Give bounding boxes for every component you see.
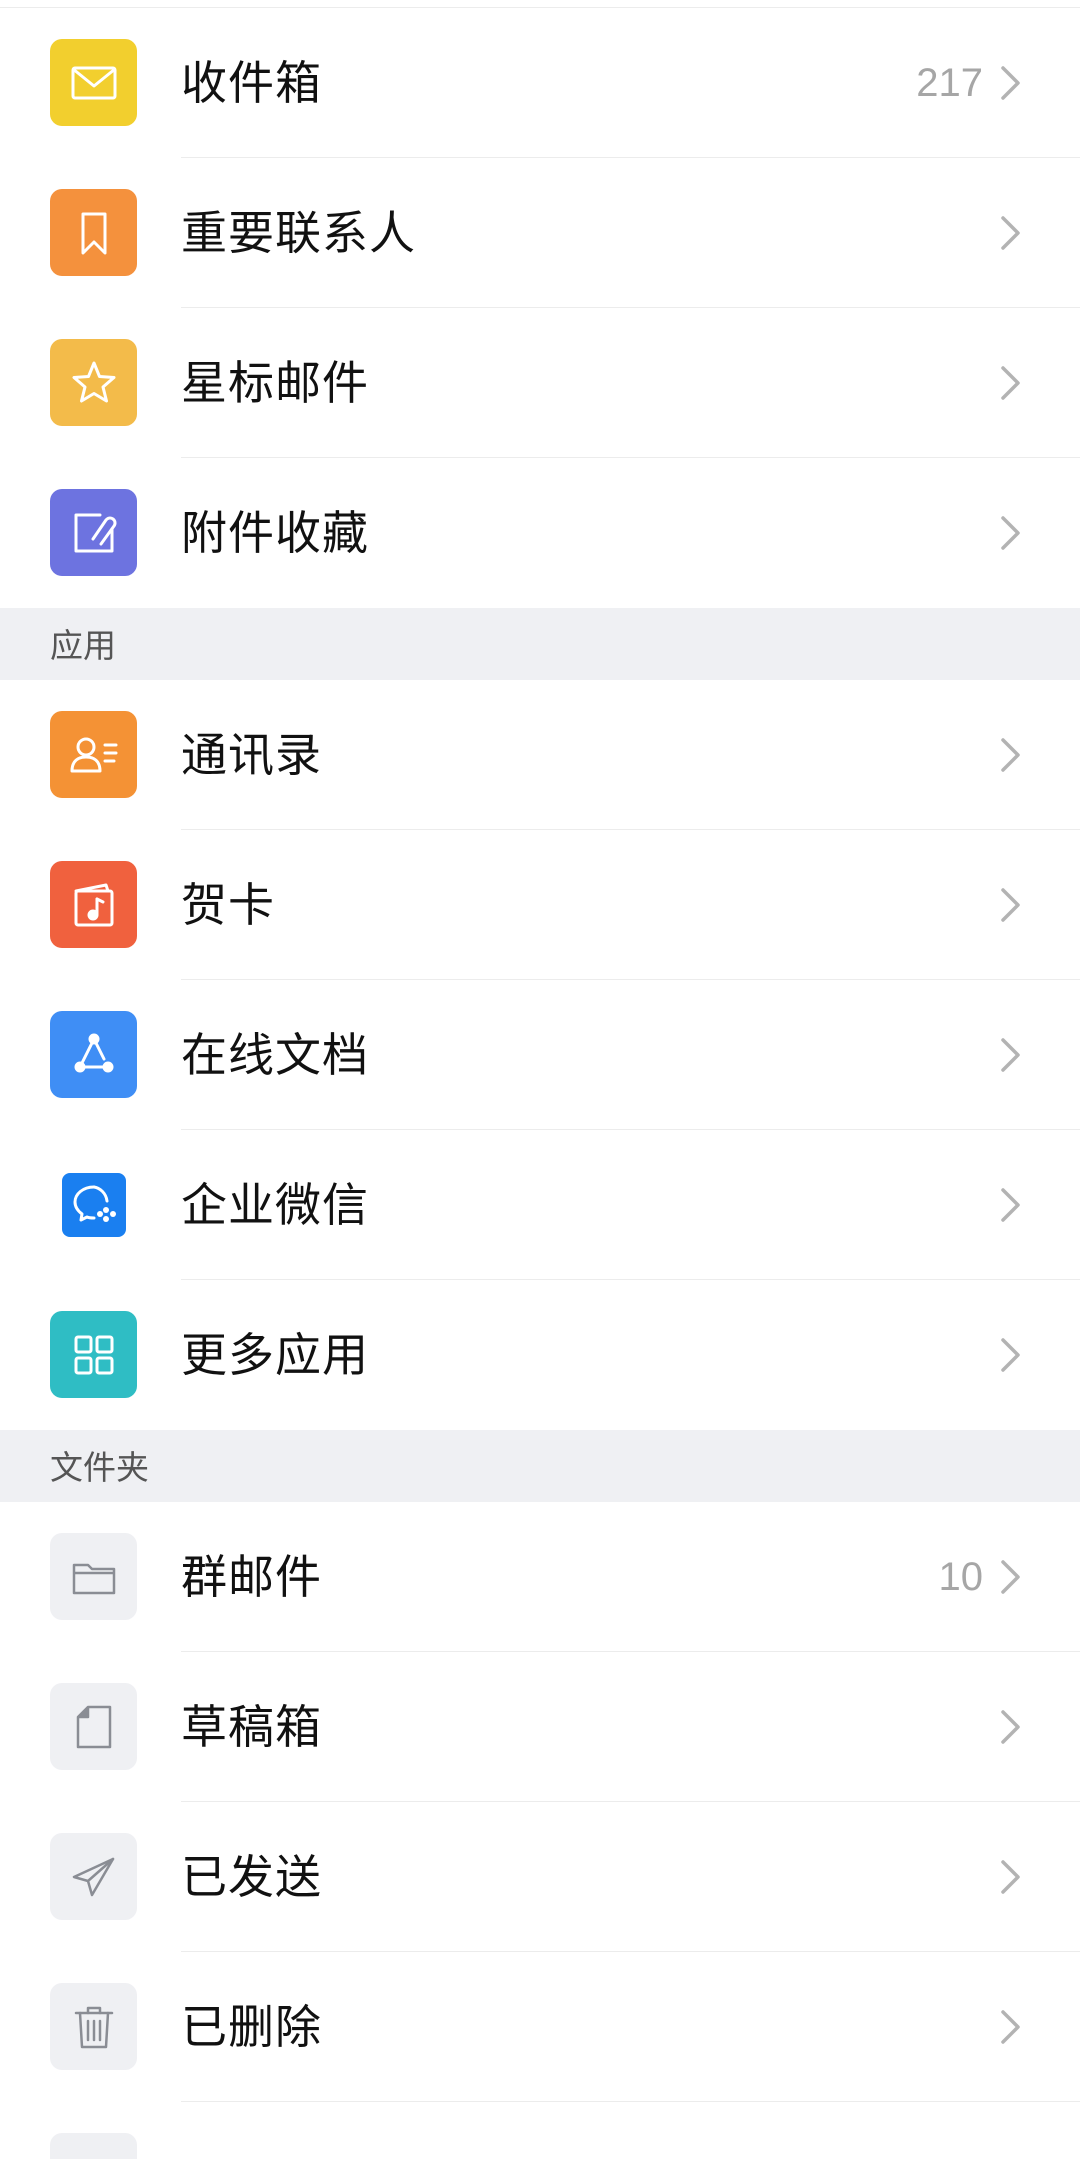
mailbox-item-label: 附件收藏: [181, 506, 369, 560]
app-item-label: 贺卡: [181, 878, 275, 932]
app-item-online-docs[interactable]: 在线文档: [0, 980, 1080, 1130]
folder-item-partial[interactable]: [0, 2102, 1080, 2159]
chevron-right-icon: [1001, 2010, 1020, 2044]
chevron-right-icon: [1001, 1710, 1020, 1744]
unread-count: 217: [916, 61, 983, 105]
folder-item-label: 草稿箱: [181, 1700, 322, 1754]
folder-item-sent[interactable]: 已发送: [0, 1802, 1080, 1952]
chevron-right-icon: [1001, 1560, 1020, 1594]
chevron-right-icon: [1001, 366, 1020, 400]
bookmark-icon: [50, 189, 137, 276]
folder-item-drafts[interactable]: 草稿箱: [0, 1652, 1080, 1802]
mailbox-item-label: 星标邮件: [181, 356, 369, 410]
app-item-label: 通讯录: [181, 728, 322, 782]
app-item-more-apps[interactable]: 更多应用: [0, 1280, 1080, 1430]
draft-icon: [50, 1683, 137, 1770]
star-icon: [50, 339, 137, 426]
top-divider: [0, 0, 1080, 8]
paperclip-icon: [50, 489, 137, 576]
mailbox-item-inbox[interactable]: 收件箱 217: [0, 8, 1080, 158]
folder-item-label: 已删除: [181, 2000, 322, 2054]
contacts-icon: [50, 711, 137, 798]
chevron-right-icon: [1001, 66, 1020, 100]
chevron-right-icon: [1001, 1860, 1020, 1894]
section-header-apps: 应用: [0, 608, 1080, 680]
app-item-contacts[interactable]: 通讯录: [0, 680, 1080, 830]
send-icon: [50, 1833, 137, 1920]
chevron-right-icon: [1001, 1338, 1020, 1372]
app-item-label: 更多应用: [181, 1328, 369, 1382]
app-item-greeting-card[interactable]: 贺卡: [0, 830, 1080, 980]
folder-item-label: 已发送: [181, 1850, 322, 1904]
chevron-right-icon: [1001, 738, 1020, 772]
folder-item-group-mail[interactable]: 群邮件 10: [0, 1502, 1080, 1652]
chevron-right-icon: [1001, 216, 1020, 250]
chevron-right-icon: [1001, 1188, 1020, 1222]
section-header-folders: 文件夹: [0, 1430, 1080, 1502]
mailbox-item-label: 重要联系人: [181, 206, 416, 260]
envelope-icon: [50, 39, 137, 126]
chevron-right-icon: [1001, 1038, 1020, 1072]
folder-icon: [50, 2133, 137, 2159]
chevron-right-icon: [1001, 516, 1020, 550]
folder-item-deleted[interactable]: 已删除: [0, 1952, 1080, 2102]
app-item-label: 企业微信: [181, 1178, 369, 1232]
grid-icon: [50, 1311, 137, 1398]
mailbox-item-starred[interactable]: 星标邮件: [0, 308, 1080, 458]
wecom-icon: [50, 1161, 137, 1248]
greeting-card-icon: [50, 861, 137, 948]
folder-item-label: 群邮件: [181, 1550, 322, 1604]
app-item-wecom[interactable]: 企业微信: [0, 1130, 1080, 1280]
mailbox-item-vip-contacts[interactable]: 重要联系人: [0, 158, 1080, 308]
unread-count: 10: [938, 1555, 984, 1599]
folder-icon: [50, 1533, 137, 1620]
app-item-label: 在线文档: [181, 1028, 369, 1082]
mailbox-item-attachments[interactable]: 附件收藏: [0, 458, 1080, 608]
chevron-right-icon: [1001, 888, 1020, 922]
mailbox-item-label: 收件箱: [181, 56, 322, 110]
online-doc-icon: [50, 1011, 137, 1098]
trash-icon: [50, 1983, 137, 2070]
